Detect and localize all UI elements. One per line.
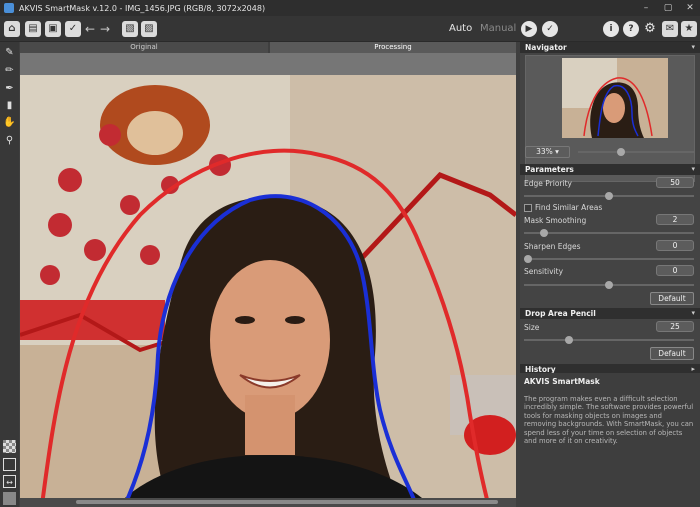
- zoom-dropdown[interactable]: 33% ▾: [525, 146, 570, 158]
- chevron-down-icon: ▾: [691, 43, 695, 51]
- zoom-slider[interactable]: [578, 148, 695, 156]
- tab-original[interactable]: Original: [20, 42, 268, 53]
- sharpen-edges-knob[interactable]: [524, 255, 532, 263]
- parameters-title: Parameters: [525, 165, 574, 174]
- hand-icon[interactable]: ✋: [3, 116, 16, 129]
- mask-smoothing-slider[interactable]: [524, 229, 694, 237]
- app-window: AKVIS SmartMask v.12.0 - IMG_1456.JPG (R…: [0, 0, 700, 507]
- zoom-icon[interactable]: ⚲: [3, 134, 16, 147]
- navigator-thumbnail: [562, 58, 668, 138]
- edge-priority-knob[interactable]: [605, 192, 613, 200]
- settings-icon[interactable]: ⚙: [642, 21, 658, 37]
- navigator-title: Navigator: [525, 43, 567, 52]
- mask-smoothing-value[interactable]: 2: [656, 214, 694, 225]
- image-canvas[interactable]: [20, 53, 516, 498]
- mask-smoothing-knob[interactable]: [540, 229, 549, 237]
- horizontal-scrollbar[interactable]: [20, 498, 516, 507]
- chevron-down-icon: ▾: [691, 165, 695, 173]
- info-icon[interactable]: i: [603, 21, 619, 37]
- scrollbar-thumb[interactable]: [76, 500, 498, 504]
- open-icon[interactable]: ▤: [25, 21, 41, 37]
- about-panel: AKVIS SmartMask The program makes even a…: [520, 373, 700, 507]
- keep-pencil-icon[interactable]: ✎: [3, 46, 16, 59]
- mode-auto-tab[interactable]: Auto: [449, 23, 472, 34]
- about-title: AKVIS SmartMask: [524, 377, 600, 386]
- navigator-header[interactable]: Navigator ▾: [520, 42, 700, 53]
- edge-priority-value[interactable]: 50: [656, 177, 694, 188]
- checker-bg-icon[interactable]: [3, 440, 16, 453]
- sensitivity-knob[interactable]: [605, 281, 613, 289]
- settings-panel: Navigator ▾ 33% ▾ Parameters ▾ Edge Priori…: [520, 42, 700, 507]
- run-icon[interactable]: ▶: [521, 21, 537, 37]
- window-title: AKVIS SmartMask v.12.0 - IMG_1456.JPG (R…: [19, 3, 266, 13]
- help-icon[interactable]: ?: [623, 21, 639, 37]
- undo-icon[interactable]: ←: [83, 21, 97, 37]
- size-value[interactable]: 25: [656, 321, 694, 332]
- close-icon[interactable]: ✕: [684, 2, 696, 14]
- main-toolbar: ⌂ ▤ ▣ ✓ ← → ▧ ▨ Auto Manual ▶ ✓ i ? ⚙ ✉ …: [0, 16, 700, 42]
- tab-processing[interactable]: Processing: [270, 42, 516, 53]
- home-icon[interactable]: ⌂: [4, 21, 20, 37]
- mask-smoothing-label: Mask Smoothing: [524, 216, 587, 225]
- tool-strip: ✎ ✏ ✒ ▮ ✋ ⚲ ↔: [0, 42, 19, 507]
- size-label: Size: [524, 323, 540, 332]
- save-icon[interactable]: ▣: [45, 21, 61, 37]
- fill-bg-icon[interactable]: [3, 492, 16, 505]
- sharpen-edges-slider[interactable]: [524, 255, 694, 263]
- maximize-icon[interactable]: ▢: [662, 2, 674, 14]
- background-icon[interactable]: ▧: [122, 21, 138, 37]
- news-icon[interactable]: ✉: [662, 21, 678, 37]
- size-slider-knob[interactable]: [564, 336, 573, 344]
- size-slider[interactable]: [524, 336, 694, 344]
- title-bar: AKVIS SmartMask v.12.0 - IMG_1456.JPG (R…: [0, 0, 700, 16]
- sensitivity-slider[interactable]: [524, 281, 694, 289]
- chevron-down-icon: ▾: [555, 147, 559, 156]
- about-text: The program makes even a difficult selec…: [524, 395, 694, 446]
- preview-icon[interactable]: ↔: [3, 475, 16, 488]
- edge-priority-slider[interactable]: [524, 192, 694, 200]
- chevron-down-icon: ▾: [691, 309, 695, 317]
- pencil-default-button[interactable]: Default: [650, 347, 694, 360]
- mode-manual-tab[interactable]: Manual: [480, 23, 516, 34]
- sharpen-edges-value[interactable]: 0: [656, 240, 694, 251]
- photo: [20, 75, 516, 498]
- drop-area-pencil-title: Drop Area Pencil: [525, 309, 596, 318]
- edge-priority-label: Edge Priority: [524, 179, 572, 188]
- parameters-default-button[interactable]: Default: [650, 292, 694, 305]
- akvis-logo-icon: [4, 3, 14, 13]
- apply-icon[interactable]: ✓: [542, 21, 558, 37]
- share-icon[interactable]: ✓: [65, 21, 81, 37]
- sensitivity-value[interactable]: 0: [656, 265, 694, 276]
- find-similar-checkbox[interactable]: [524, 204, 532, 212]
- redo-icon[interactable]: →: [98, 21, 112, 37]
- find-similar-label: Find Similar Areas: [535, 203, 603, 212]
- minimize-icon[interactable]: –: [640, 2, 652, 14]
- image-settings-icon[interactable]: ▨: [141, 21, 157, 37]
- drop-area-pencil-header[interactable]: Drop Area Pencil ▾: [520, 308, 700, 319]
- parameters-header[interactable]: Parameters ▾: [520, 164, 700, 175]
- frame-bg-icon[interactable]: [3, 458, 16, 471]
- drop-pencil-icon[interactable]: ✏: [3, 64, 16, 77]
- sensitivity-label: Sensitivity: [524, 267, 564, 276]
- zoom-value: 33%: [536, 147, 553, 156]
- tips-icon[interactable]: ★: [681, 21, 697, 37]
- sharpen-edges-label: Sharpen Edges: [524, 242, 581, 251]
- erase-icon[interactable]: ✒: [3, 82, 16, 95]
- eraser-icon[interactable]: ▮: [3, 99, 16, 112]
- navigator-preview[interactable]: [525, 55, 695, 182]
